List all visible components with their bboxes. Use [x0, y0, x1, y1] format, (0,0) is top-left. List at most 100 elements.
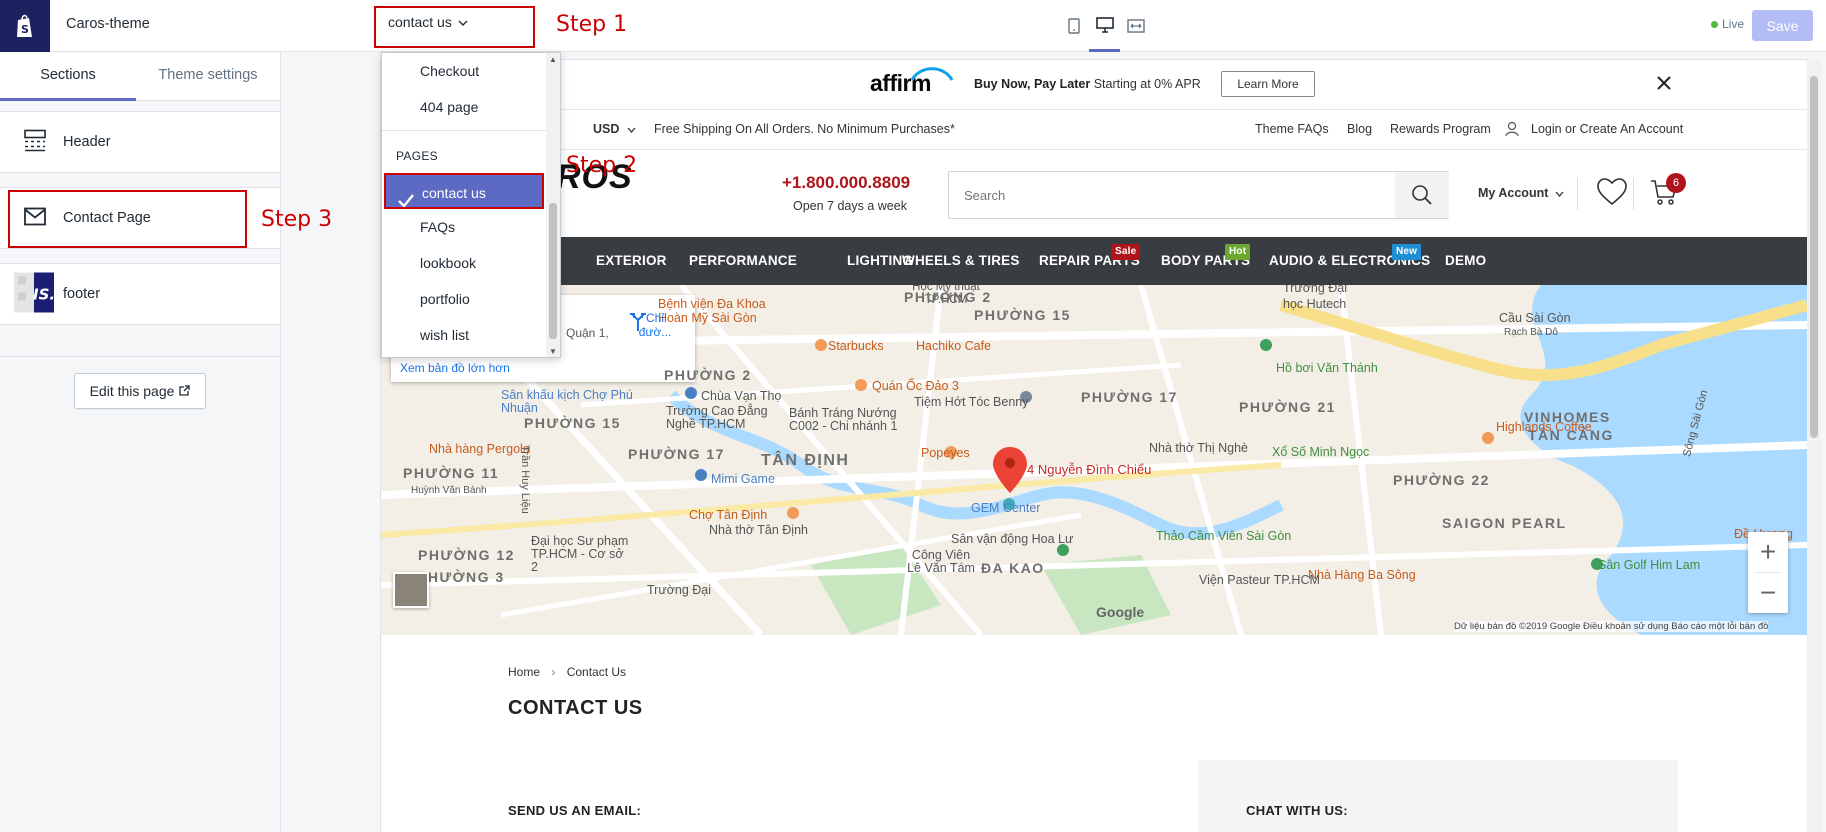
shipping-message: Free Shipping On All Orders. No Minimum … [654, 122, 955, 136]
breadcrumb-home[interactable]: Home [508, 665, 540, 679]
step1-highlight-box [374, 6, 535, 48]
map-district: PHƯỜNG 21 [1239, 399, 1336, 415]
scroll-up-icon[interactable]: ▲ [549, 55, 557, 64]
my-account-menu[interactable]: My Account [1478, 186, 1564, 200]
preview-scrollbar[interactable] [1807, 60, 1821, 832]
search-input[interactable] [949, 172, 1394, 218]
nav-item-performance[interactable]: PERFORMANCE [689, 253, 797, 268]
google-logo: Google [1096, 604, 1145, 620]
login-link[interactable]: Login or Create An Account [1531, 122, 1683, 136]
sidebar-tabs: Sections Theme settings [0, 53, 280, 101]
section-item-header[interactable]: Header [0, 111, 280, 173]
map-zoom-control: + − [1748, 532, 1788, 613]
affirm-promo-bold: Buy Now, Pay Later [974, 77, 1091, 91]
wishlist-heart-icon[interactable] [1597, 178, 1627, 209]
dropdown-item-checkout[interactable]: Checkout [382, 53, 546, 89]
sale-badge: Sale [1111, 244, 1141, 260]
nav-item-repair-parts[interactable]: REPAIR PARTS Sale [1039, 244, 1141, 268]
theme-faqs-link[interactable]: Theme FAQs [1255, 122, 1329, 136]
map-place: Chùa Vạn Thọ [701, 389, 782, 403]
section-item-footer[interactable]: IS. footer [0, 263, 280, 325]
utility-bar: USD Free Shipping On All Orders. No Mini… [381, 110, 1807, 150]
hot-badge: Hot [1225, 244, 1251, 260]
desktop-icon[interactable] [1089, 0, 1120, 52]
divider [0, 356, 280, 357]
dropdown-item-wish-list[interactable]: wish list [382, 317, 546, 353]
learn-more-button[interactable]: Learn More [1221, 71, 1315, 97]
nav-item-exterior[interactable]: EXTERIOR [596, 253, 667, 268]
section-label: Header [63, 134, 111, 150]
map-place: Mimi Game [711, 472, 775, 486]
map-district: PHƯỜNG 22 [1393, 472, 1490, 488]
map-district: PHƯỜNG 3 [417, 569, 505, 585]
dropdown-item-contact-us[interactable]: contact us [384, 173, 544, 209]
scroll-down-icon[interactable]: ▼ [549, 347, 557, 356]
page-selector-dropdown: Checkout 404 page PAGES contact us FAQs … [381, 52, 561, 358]
directions-icon [630, 313, 646, 331]
map-place: Thảo Cầm Viên Sài Gòn [1156, 529, 1292, 543]
map-place: Trường Cao Đẳng Nghề TP.HCM [666, 404, 768, 431]
map-place: Sân Golf Him Lam [1598, 558, 1701, 572]
map-street: Huỳnh Văn Bánh [411, 485, 487, 496]
map-place: Highlands Coffee [1496, 420, 1592, 434]
zoom-out-button[interactable]: − [1748, 573, 1788, 613]
divider [1577, 178, 1578, 210]
dropdown-item-404[interactable]: 404 page [382, 89, 546, 125]
satellite-toggle[interactable] [393, 572, 429, 608]
status-dot-icon [1711, 20, 1718, 28]
map-place: Popeyes [921, 446, 970, 460]
dropdown-item-lookbook[interactable]: lookbook [382, 245, 546, 281]
new-badge: New [1392, 244, 1422, 260]
google-map[interactable]: Quận 1, Chỉ đườ... Xem bản đồ lớn hơn Bệ… [381, 285, 1807, 635]
search-button[interactable] [1395, 172, 1449, 218]
edit-page-button[interactable]: Edit this page [74, 373, 206, 409]
currency-label: USD [593, 122, 620, 136]
dropdown-scrollbar[interactable]: ▲ ▼ [546, 53, 560, 357]
map-place: Công Viên Lê Văn Tám [907, 548, 975, 575]
nav-item-wheels-tires[interactable]: WHEELS & TIRES [902, 253, 1020, 268]
mobile-icon[interactable] [1058, 0, 1089, 52]
map-place: Cầu Sài Gòn [1499, 311, 1571, 325]
dropdown-item-faqs[interactable]: FAQs [382, 209, 546, 245]
close-icon[interactable] [1656, 72, 1672, 96]
map-place: Xổ Số Minh Ngọc [1272, 445, 1370, 459]
map-district: PHƯỜNG 11 [403, 465, 500, 481]
store-search [948, 171, 1449, 219]
shopify-logo-icon[interactable]: S [0, 0, 50, 52]
map-place: Đại học Sư phạm TP.HCM - Cơ sở 2 [531, 534, 629, 574]
save-button[interactable]: Save [1752, 10, 1813, 41]
fullwidth-icon[interactable] [1120, 0, 1151, 52]
currency-selector[interactable]: USD [593, 122, 636, 136]
step3-label: Step 3 [261, 207, 333, 232]
map-district: TÂN ĐỊNH [761, 452, 850, 469]
affirm-promo-rest: Starting at 0% APR [1090, 77, 1201, 91]
map-district: ĐA KAO [981, 560, 1045, 576]
dropdown-scroll-thumb[interactable] [549, 203, 557, 339]
tab-theme-settings[interactable]: Theme settings [136, 53, 280, 101]
map-district: PHƯỜNG 12 [418, 547, 515, 563]
zoom-in-button[interactable]: + [1748, 532, 1788, 572]
dropdown-item-portfolio[interactable]: portfolio [382, 281, 546, 317]
nav-item-body-parts[interactable]: BODY PARTS Hot [1161, 244, 1251, 268]
svg-text:S: S [21, 23, 29, 36]
scrollbar-thumb[interactable] [1810, 76, 1818, 438]
external-link-icon [179, 383, 191, 399]
map-attribution[interactable]: Dữ liệu bản đồ ©2019 Google Điều khoản s… [1454, 621, 1769, 632]
send-email-heading: SEND US AN EMAIL: [508, 803, 642, 818]
map-place: Nhà thờ Thị Nghè [1149, 441, 1248, 455]
map-district: PHƯỜNG 2 [664, 367, 752, 383]
edit-page-label: Edit this page [89, 383, 175, 399]
live-status: Live [1711, 17, 1744, 31]
view-larger-map-link[interactable]: Xem bản đồ lớn hơn [400, 361, 510, 375]
map-street: Trần Huy Liệu [519, 445, 531, 514]
step1-label: Step 1 [556, 12, 628, 37]
rewards-program-link[interactable]: Rewards Program [1390, 122, 1491, 136]
blog-link[interactable]: Blog [1347, 122, 1372, 136]
phone-number: +1.800.000.8809 [782, 173, 911, 192]
theme-editor: S Caros-theme Sections Theme settings He… [0, 0, 1826, 832]
tab-sections[interactable]: Sections [0, 53, 136, 101]
section-label: footer [63, 286, 101, 302]
page-title: CONTACT US [508, 697, 643, 719]
nav-item-audio-electronics[interactable]: AUDIO & ELECTRONICS New [1269, 244, 1430, 268]
nav-item-demo[interactable]: DEMO [1445, 253, 1486, 268]
